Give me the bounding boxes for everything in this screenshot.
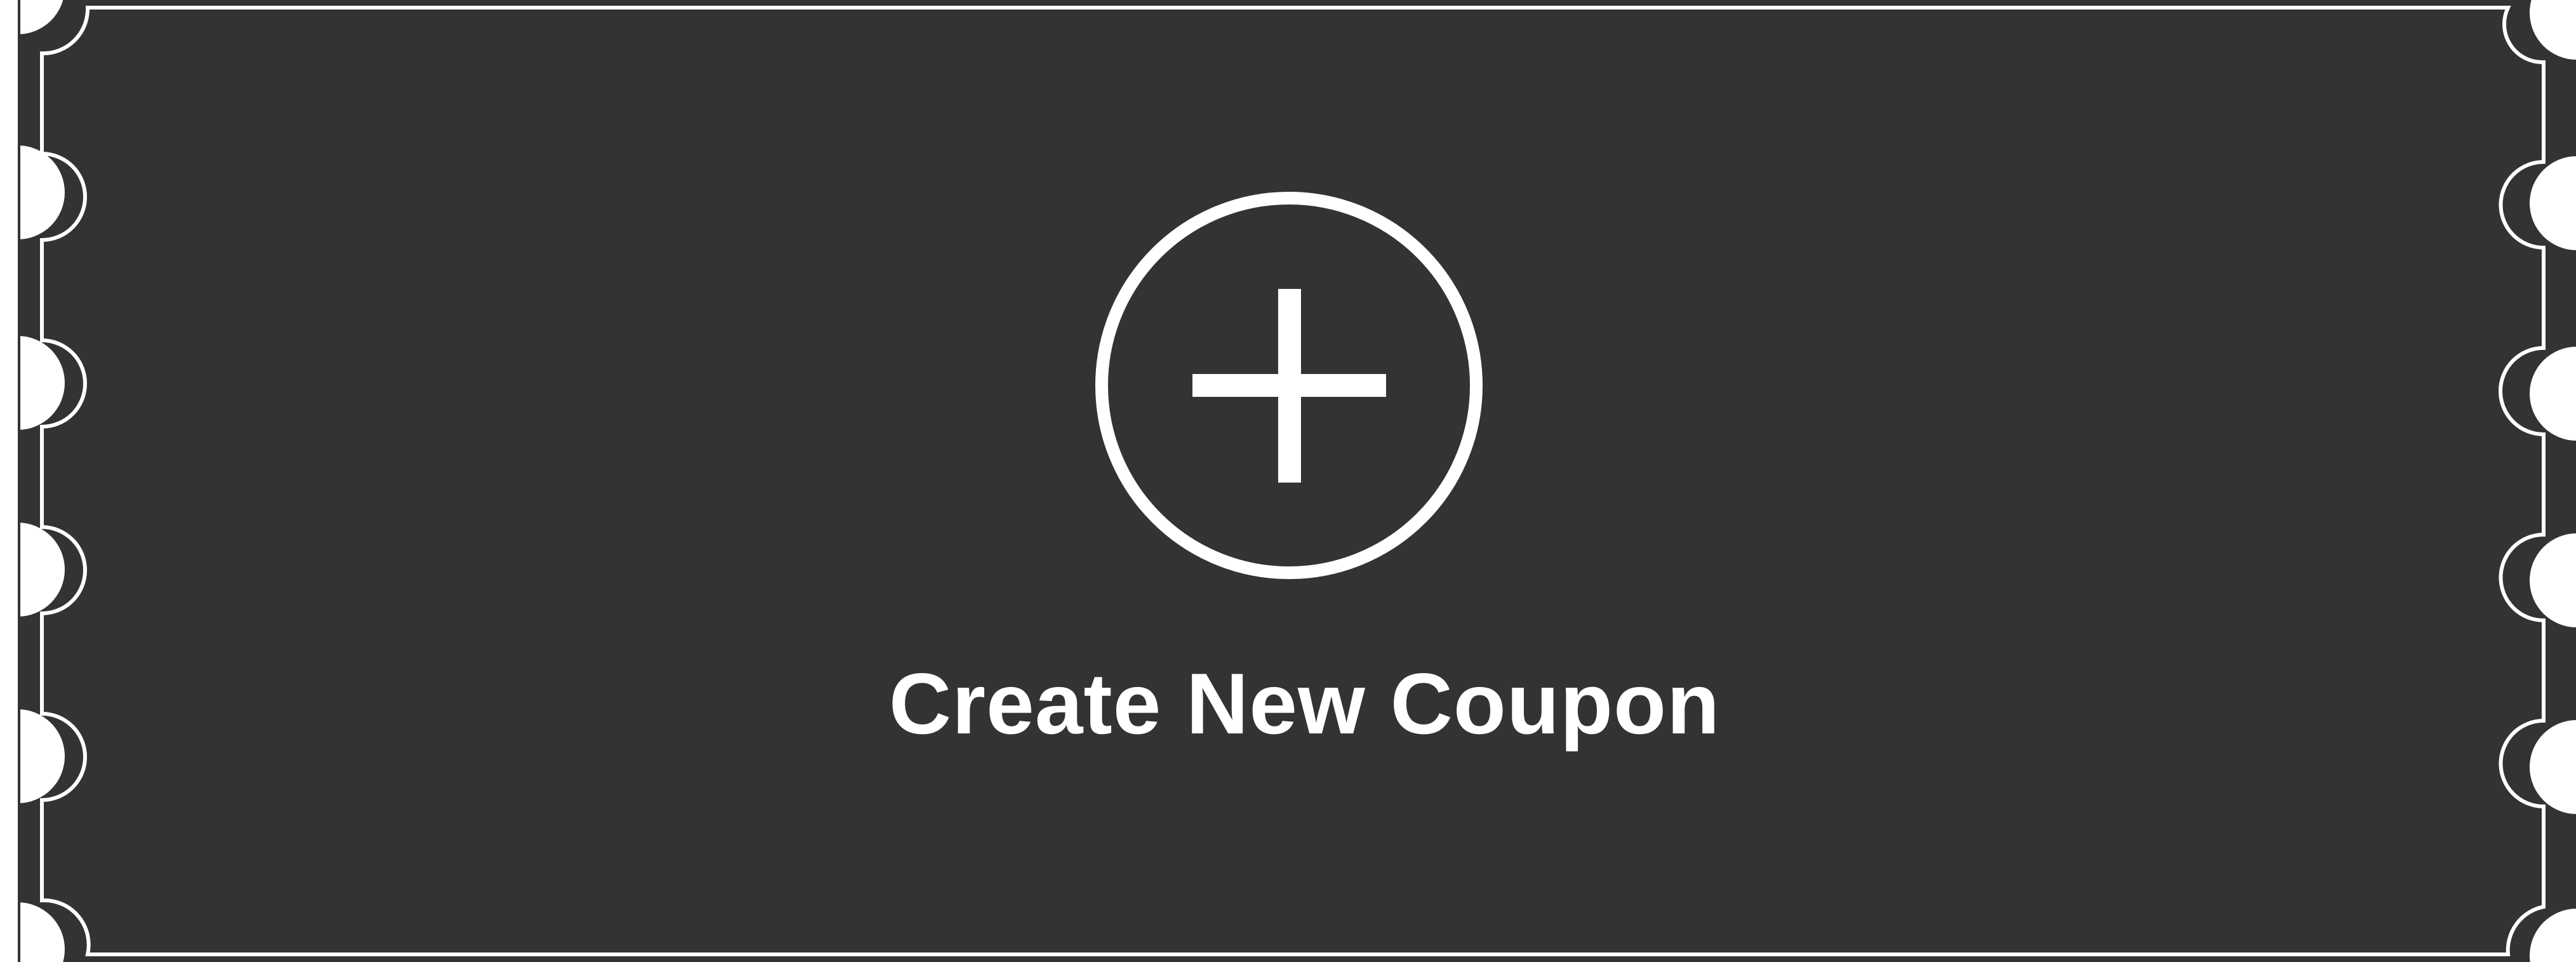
create-coupon-button[interactable]: Create New Coupon xyxy=(889,184,1719,787)
coupon-card-stage: Create New Coupon xyxy=(0,0,2576,962)
plus-in-circle-icon xyxy=(1095,192,1483,579)
create-coupon-label: Create New Coupon xyxy=(889,655,1721,752)
